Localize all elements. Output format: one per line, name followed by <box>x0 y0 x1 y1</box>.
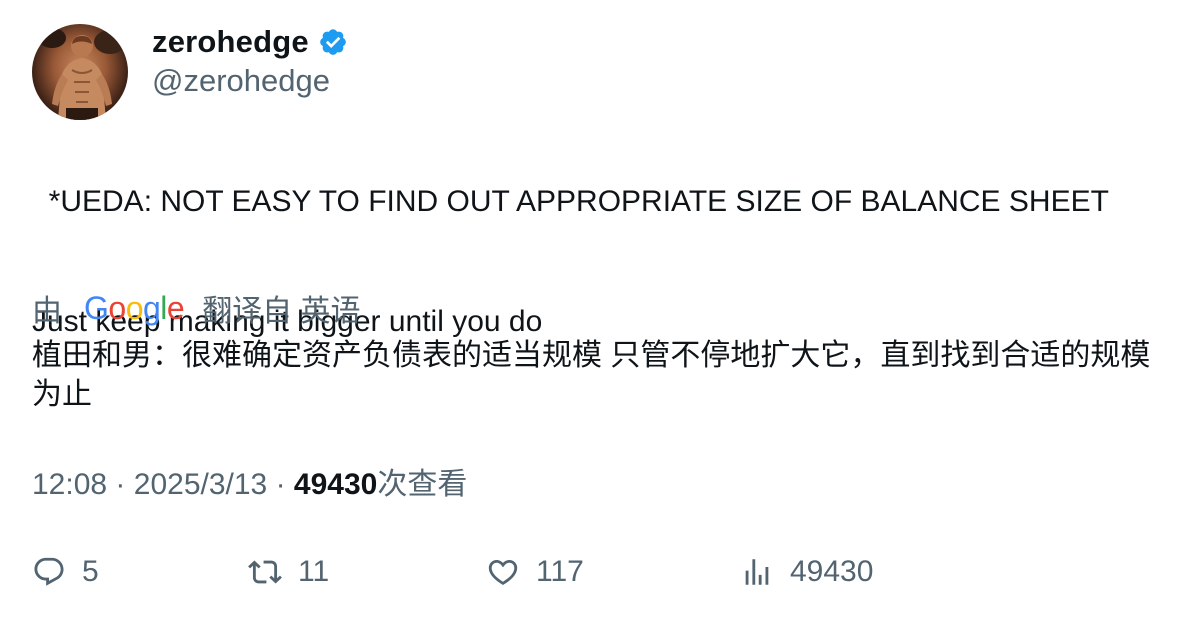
verified-badge-icon[interactable] <box>318 27 348 57</box>
view-count: 49430 <box>293 468 378 501</box>
reply-icon <box>34 557 64 586</box>
views-button[interactable]: 49430 <box>740 552 873 592</box>
tweet-date[interactable]: 2025/3/13 <box>134 468 267 501</box>
heart-icon <box>488 559 518 585</box>
avatar[interactable] <box>32 24 128 120</box>
meta-separator: · <box>115 468 126 501</box>
retweet-count: 11 <box>298 555 330 588</box>
action-bar: 5 11 117 49430 <box>32 552 1172 592</box>
meta-separator: · <box>275 468 286 501</box>
tweet-time[interactable]: 12:08 <box>32 468 107 501</box>
author-name-row: zerohedge <box>152 22 348 62</box>
retweet-icon <box>248 560 282 584</box>
analytics-icon <box>745 559 769 585</box>
reply-button[interactable]: 5 <box>32 552 99 592</box>
translation-attribution: 由 Google 翻译自 英语 <box>32 288 361 329</box>
like-button[interactable]: 117 <box>486 552 584 592</box>
reply-count: 5 <box>82 555 99 588</box>
avatar-photo <box>38 28 126 120</box>
like-count: 117 <box>536 555 584 588</box>
tweet-metadata: 12:08 · 2025/3/13 · 49430次查看 <box>32 466 467 504</box>
google-logo-icon[interactable]: Google <box>84 290 185 327</box>
translated-text: 植田和男：很难确定资产负债表的适当规模 只管不停地扩大它，直到找到合适的规模为止 <box>32 339 1151 411</box>
tweet-text-line-1: *UEDA: NOT EASY TO FIND OUT APPROPRIATE … <box>48 185 1109 218</box>
retweet-button[interactable]: 11 <box>248 552 329 592</box>
translation-source-language: 翻译自 英语 <box>202 295 361 328</box>
translation-prefix: 由 <box>32 295 62 328</box>
display-name[interactable]: zerohedge <box>152 24 309 60</box>
views-count: 49430 <box>790 555 874 588</box>
author-handle[interactable]: @zerohedge <box>152 62 330 100</box>
view-count-label: 次查看 <box>377 468 468 501</box>
